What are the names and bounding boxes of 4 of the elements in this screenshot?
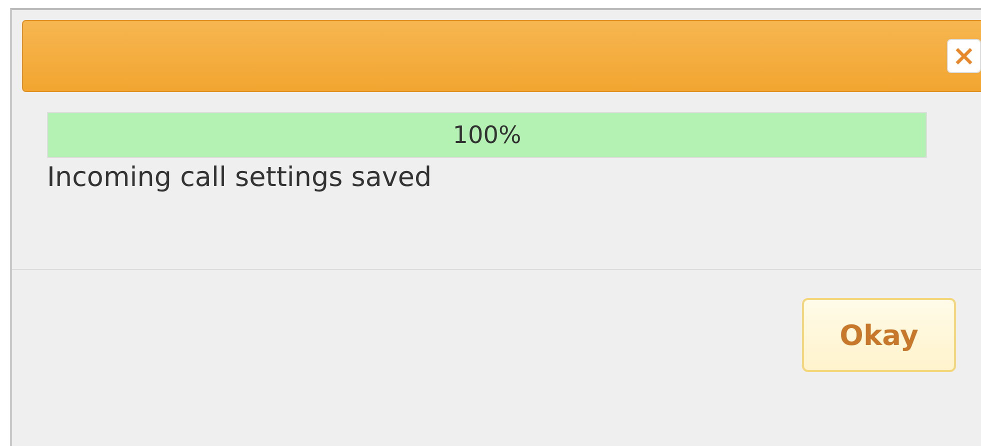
progress-reading: 100%	[452, 121, 522, 149]
okay-button[interactable]: Okay	[802, 298, 956, 372]
status-message: Incoming call settings saved	[47, 162, 433, 193]
close-button[interactable]: ×	[947, 39, 981, 73]
